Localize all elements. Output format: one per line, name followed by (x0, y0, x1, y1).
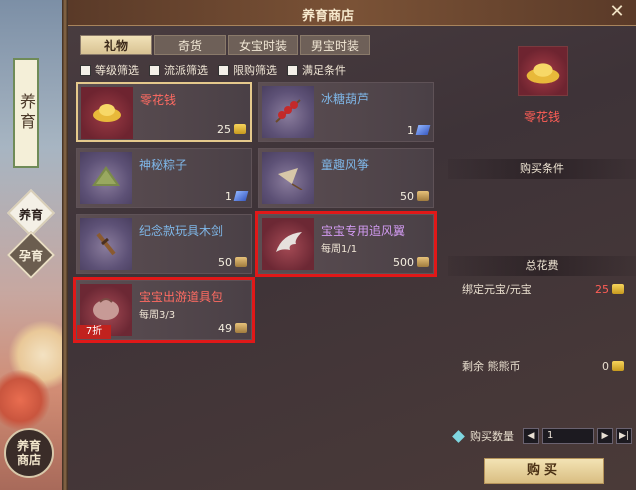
item-price: 50 (400, 188, 429, 204)
zongzi-icon (80, 152, 132, 204)
discount-badge: 7折 (77, 325, 111, 339)
nurture-scroll-label: 养育 (13, 58, 39, 168)
item-name: 宝宝出游道具包 (139, 290, 224, 304)
item-price: 500 (393, 254, 429, 270)
blue-gem-currency-icon (415, 125, 431, 135)
nav-pregnancy-label[interactable]: 孕育 (6, 247, 56, 264)
bear-coin-icon (612, 361, 624, 371)
coin-currency-icon (417, 191, 429, 201)
level-checkbox[interactable] (80, 64, 91, 76)
gold-ingot-currency-icon (612, 284, 624, 294)
price-value: 500 (393, 255, 414, 269)
gold-ingot-icon (81, 87, 133, 139)
filter-condition-label: 满足条件 (302, 64, 346, 77)
remaining-row: 剩余 熊熊币 0 (462, 358, 624, 374)
category-tabs: 礼物 奇货 女宝时装 男宝时装 (80, 35, 370, 55)
item-name: 童趣风筝 (321, 158, 370, 172)
window-title: 养育商店 (301, 9, 354, 24)
item-name: 神秘粽子 (139, 158, 188, 172)
detail-item-name: 零花钱 (523, 110, 560, 124)
cost-amount: 25 (595, 282, 609, 296)
nav-shop-line1: 养育 (16, 439, 41, 453)
item-price: 1 (407, 122, 431, 138)
price-value: 50 (400, 189, 414, 203)
item-name: 纪念款玩具木剑 (139, 224, 224, 238)
wooden-sword-icon (80, 218, 132, 270)
quantity-row: 购买数量 ◀ 1 ▶ ▶| (452, 428, 632, 444)
shop-item-pocket-money[interactable]: 零花钱 25 (76, 82, 252, 142)
candied-haws-icon (262, 86, 314, 138)
price-value: 1 (407, 123, 414, 137)
side-panel: 养育 养育 孕育 养育 商店 (0, 0, 66, 490)
filter-bar: 等级筛选 流派筛选 限购筛选 满足条件 (80, 62, 346, 78)
cost-row: 绑定元宝/元宝 25 (462, 281, 624, 297)
tab-rare-goods[interactable]: 奇货 (154, 35, 226, 55)
price-value: 25 (217, 122, 231, 136)
blue-gem-currency-icon (233, 191, 249, 201)
cost-value: 25 (595, 283, 624, 296)
cost-label: 绑定元宝/元宝 (462, 283, 532, 296)
max-quantity-button[interactable]: ▶| (616, 428, 632, 444)
kite-icon (262, 152, 314, 204)
total-cost-header: 总花费 (448, 256, 636, 276)
filter-school-label: 流派筛选 (164, 64, 208, 77)
filter-limit[interactable]: 限购筛选 (218, 62, 277, 78)
item-price: 49 (218, 320, 247, 336)
increase-quantity-button[interactable]: ▶ (597, 428, 613, 444)
quantity-label: 购买数量 (470, 430, 514, 443)
item-name: 宝宝专用追风翼 (321, 224, 406, 238)
filter-school[interactable]: 流派筛选 (149, 62, 208, 78)
shop-item-kite[interactable]: 童趣风筝 50 (258, 148, 434, 208)
item-price: 25 (217, 121, 246, 137)
shop-item-candied-haws[interactable]: 冰糖葫芦 1 (258, 82, 434, 142)
buy-button[interactable]: 购买 (484, 458, 604, 484)
purchase-conditions-header: 购买条件 (448, 159, 636, 179)
item-price: 50 (218, 254, 247, 270)
school-checkbox[interactable] (149, 64, 160, 76)
filter-condition[interactable]: 满足条件 (287, 62, 346, 78)
coin-currency-icon (235, 323, 247, 333)
decrease-quantity-button[interactable]: ◀ (523, 428, 539, 444)
coin-currency-icon (417, 257, 429, 267)
weekly-limit: 每周1/1 (321, 244, 358, 255)
limit-checkbox[interactable] (218, 64, 229, 76)
shop-item-wooden-sword[interactable]: 纪念款玩具木剑 50 (76, 214, 252, 274)
filter-level-label: 等级筛选 (95, 64, 139, 77)
tab-gifts[interactable]: 礼物 (80, 35, 152, 55)
tab-boy-outfits[interactable]: 男宝时装 (300, 35, 370, 55)
wing-icon (262, 218, 314, 270)
nav-nurture-shop-button[interactable]: 养育 商店 (4, 428, 54, 478)
filter-limit-label: 限购筛选 (233, 64, 277, 77)
price-value: 50 (218, 255, 232, 269)
remaining-value: 0 (602, 360, 624, 373)
gold-ingot-icon (518, 46, 568, 96)
shop-item-mystery-zongzi[interactable]: 神秘粽子 1 (76, 148, 252, 208)
item-name: 零花钱 (140, 93, 177, 107)
gold-ingot-currency-icon (234, 124, 246, 134)
shop-item-outing-bag[interactable]: 宝宝出游道具包 每周3/3 7折 49 (76, 280, 252, 340)
price-value: 1 (225, 189, 232, 203)
coin-currency-icon (235, 257, 247, 267)
condition-checkbox[interactable] (287, 64, 298, 76)
nav-shop-line2: 商店 (16, 453, 41, 467)
item-price: 1 (225, 188, 249, 204)
diamond-bullet-icon (452, 429, 465, 443)
title-bar: 养育商店 ✕ (68, 0, 636, 26)
item-detail-panel: 零花钱 购买条件 总花费 绑定元宝/元宝 25 剩余 熊熊币 0 购买数量 ◀ … (448, 28, 636, 490)
price-value: 49 (218, 321, 232, 335)
quantity-input[interactable]: 1 (542, 428, 594, 444)
item-name: 冰糖葫芦 (321, 92, 370, 106)
tab-girl-outfits[interactable]: 女宝时装 (228, 35, 298, 55)
weekly-limit: 每周3/3 (139, 310, 176, 321)
close-icon[interactable]: ✕ (608, 3, 626, 21)
shop-item-baby-wings[interactable]: 宝宝专用追风翼 每周1/1 500 (258, 214, 434, 274)
nav-nurture-label[interactable]: 养育 (6, 206, 56, 223)
remaining-label: 剩余 熊熊币 (462, 360, 521, 373)
shop-window: 养育商店 ✕ 礼物 奇货 女宝时装 男宝时装 等级筛选 流派筛选 限购筛选 满足… (68, 0, 636, 490)
remaining-amount: 0 (602, 359, 609, 373)
filter-level[interactable]: 等级筛选 (80, 62, 139, 78)
